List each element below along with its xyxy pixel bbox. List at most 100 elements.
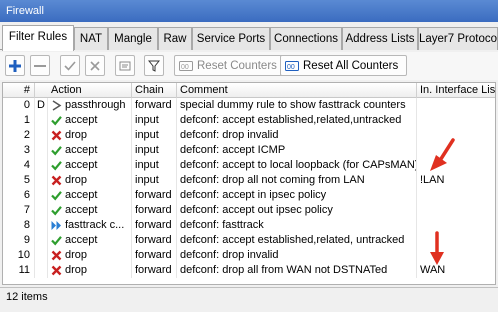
remove-button[interactable] (30, 55, 50, 76)
tab-address-lists[interactable]: Address Lists (342, 27, 418, 50)
reset-all-counters-button[interactable]: 00 Reset All Counters (280, 55, 408, 76)
rule-action: accept (48, 203, 132, 218)
rule-number: 10 (3, 248, 35, 263)
rule-in-interface-list (417, 188, 495, 203)
rule-comment: defconf: drop all from WAN not DSTNATed (177, 263, 417, 278)
tab-filter-rules[interactable]: Filter Rules (2, 25, 74, 51)
rule-in-interface-list: !LAN (420, 174, 445, 186)
table-row[interactable]: 1 accept input defconf: accept established,… (3, 113, 495, 128)
rule-action: accept (48, 113, 132, 128)
rule-action: accept (48, 158, 132, 173)
rule-number: 5 (3, 173, 35, 188)
rule-flag (35, 188, 48, 203)
svg-text:00: 00 (287, 64, 295, 71)
table-row[interactable]: 7 accept forward defconf: accept out ipsec … (3, 203, 495, 218)
rule-chain: forward (132, 233, 177, 248)
rule-comment: defconf: accept ICMP (177, 143, 417, 158)
rule-action: accept (48, 188, 132, 203)
rule-chain: input (132, 173, 177, 188)
table-row[interactable]: 6 accept forward defconf: accept in ipsec p… (3, 188, 495, 203)
table-row[interactable]: 5 drop input defconf: drop all not coming f… (3, 173, 495, 188)
table-row[interactable]: 9 accept forward defconf: accept establishe… (3, 233, 495, 248)
add-button[interactable] (5, 55, 25, 76)
table-row[interactable]: 4 accept input defconf: accept to local loo… (3, 158, 495, 173)
check-icon (51, 190, 62, 201)
counter-reset-icon: 00 (179, 60, 193, 71)
passthrough-icon (51, 100, 62, 111)
rule-flag: D (35, 98, 48, 113)
rule-comment: defconf: drop all not coming from LAN (177, 173, 417, 188)
rule-action-label: accept (65, 189, 98, 201)
table-row[interactable]: 11 drop forward defconf: drop all from WAN … (3, 263, 495, 278)
rule-action-label: accept (65, 234, 98, 246)
filter-button[interactable] (144, 55, 164, 76)
rule-action-label: passthrough (65, 99, 126, 111)
rule-number: 2 (3, 128, 35, 143)
check-icon (51, 115, 62, 126)
column-header-comment[interactable]: Comment (177, 83, 417, 98)
table-row[interactable]: 8 fasttrack c... forward defconf: fasttrack (3, 218, 495, 233)
rule-action-label: fasttrack c... (65, 219, 125, 231)
rule-number: 8 (3, 218, 35, 233)
rule-in-interface-list (417, 98, 495, 113)
rule-in-interface-list (417, 203, 495, 218)
rule-number: 0 (3, 98, 35, 113)
column-header-action[interactable]: Action (48, 83, 132, 98)
rule-action-label: accept (65, 114, 98, 126)
x-icon (90, 60, 100, 71)
rule-chain: forward (132, 188, 177, 203)
rule-chain: input (132, 113, 177, 128)
red-arrow-icon (430, 231, 444, 265)
reset-counters-button[interactable]: 00 Reset Counters (174, 55, 286, 76)
rule-comment: defconf: accept to local loopback (for C… (177, 158, 417, 173)
enable-button[interactable] (60, 55, 80, 76)
tab-connections[interactable]: Connections (270, 27, 342, 50)
column-header-in-interface-list[interactable]: In. Interface List (417, 83, 495, 98)
rule-action-label: drop (65, 129, 88, 141)
tab-service-ports[interactable]: Service Ports (192, 27, 270, 50)
tab-mangle[interactable]: Mangle (108, 27, 158, 50)
note-icon (119, 61, 131, 70)
funnel-icon (148, 60, 160, 72)
rule-comment: defconf: drop invalid (177, 128, 417, 143)
rule-number: 6 (3, 188, 35, 203)
rule-comment: defconf: accept in ipsec policy (177, 188, 417, 203)
table-row[interactable]: 3 accept input defconf: accept ICMP (3, 143, 495, 158)
rule-flag (35, 203, 48, 218)
rule-action: passthrough (48, 98, 132, 113)
rule-flag (35, 263, 48, 278)
rule-action: accept (48, 143, 132, 158)
window-title: Firewall (0, 0, 498, 22)
rule-number: 4 (3, 158, 35, 173)
tab-nat[interactable]: NAT (74, 27, 108, 50)
rule-flag (35, 218, 48, 233)
comment-button[interactable] (115, 55, 135, 76)
tab-layer7-protocols[interactable]: Layer7 Protoco (418, 27, 498, 50)
rule-flag (35, 233, 48, 248)
check-icon (51, 235, 62, 246)
table-row[interactable]: 10 drop forward defconf: drop invalid (3, 248, 495, 263)
rule-chain: forward (132, 203, 177, 218)
table-row[interactable]: 2 drop input defconf: drop invalid (3, 128, 495, 143)
column-header-number[interactable]: # (3, 83, 35, 98)
rule-action-label: accept (65, 144, 98, 156)
svg-text:00: 00 (181, 64, 189, 71)
rule-action-label: drop (65, 249, 88, 261)
column-header-chain[interactable]: Chain (132, 83, 177, 98)
toolbar: 00 Reset Counters 00 Reset All Counters (0, 52, 498, 80)
rule-chain: input (132, 143, 177, 158)
tab-raw[interactable]: Raw (158, 27, 192, 50)
rule-flag (35, 113, 48, 128)
check-icon (64, 60, 76, 71)
rule-action: accept (48, 233, 132, 248)
disable-button[interactable] (85, 55, 105, 76)
table-row[interactable]: 0 Dpassthrough forward special dummy rule t… (3, 98, 495, 113)
rule-chain: input (132, 128, 177, 143)
rule-number: 7 (3, 203, 35, 218)
table-header: # Action Chain Comment In. Interface Lis… (3, 83, 495, 98)
rule-action: drop (48, 263, 132, 278)
rule-flag (35, 143, 48, 158)
firewall-rules-table[interactable]: # Action Chain Comment In. Interface Lis… (2, 82, 496, 285)
rule-action-label: accept (65, 159, 98, 171)
rule-comment: defconf: accept out ipsec policy (177, 203, 417, 218)
